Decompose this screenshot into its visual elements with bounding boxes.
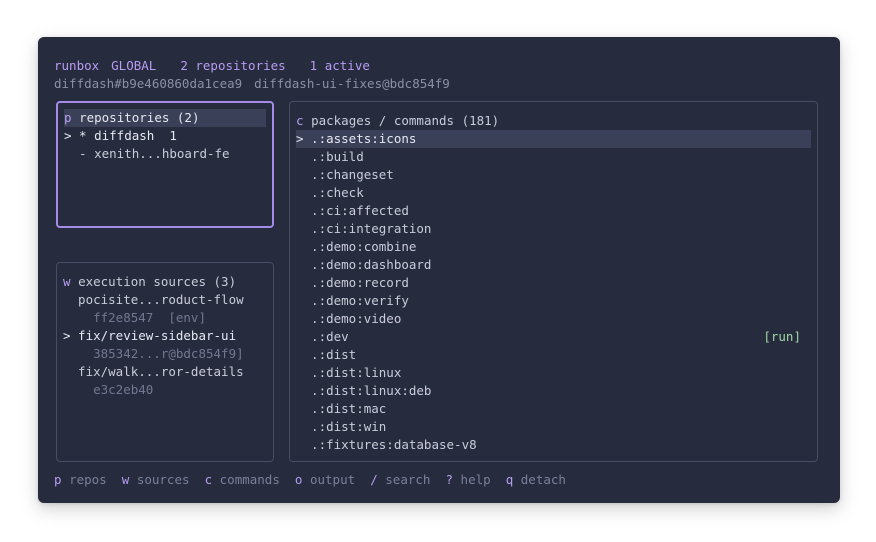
footer-hint-output[interactable]: o output <box>295 472 355 487</box>
source-item-review-sidebar[interactable]: > fix/review-sidebar-ui <box>63 327 267 345</box>
commands-title: c packages / commands (181) <box>296 113 500 128</box>
repositories-title: p repositories (2) <box>64 109 266 127</box>
command-item[interactable]: .:dist <box>296 346 811 364</box>
repositories-pane[interactable]: p repositories (2) > * diffdash 1 - xeni… <box>56 101 274 228</box>
source-item-walk-errors[interactable]: fix/walk...ror-details <box>63 363 267 381</box>
terminal-window: runbox GLOBAL 2 repositories 1 active diffd… <box>38 37 840 503</box>
command-item[interactable]: .:ci:affected <box>296 202 811 220</box>
run-badge[interactable]: [run] <box>763 328 801 346</box>
active-count: 1 active <box>309 58 370 73</box>
refs-header: diffdash#b9e460860da1cea9 diffdash-ui-fix… <box>54 75 450 93</box>
footer-hint-sources[interactable]: w sources <box>122 472 190 487</box>
commands-key: c <box>296 113 304 128</box>
command-item[interactable]: .:demo:dashboard <box>296 256 811 274</box>
command-item[interactable]: .:changeset <box>296 166 811 184</box>
ref-secondary: diffdash-ui-fixes@bdc854f9 <box>254 76 450 91</box>
ref-primary: diffdash#b9e460860da1cea9 <box>54 76 243 91</box>
command-item[interactable]: .:demo:video <box>296 310 811 328</box>
footer-hint-commands[interactable]: c commands <box>205 472 280 487</box>
source-item-review-sidebar-meta: 385342...r@bdc854f9] <box>63 346 244 361</box>
command-item[interactable]: .:dist:linux:deb <box>296 382 811 400</box>
source-item-pocisite[interactable]: pocisite...roduct-flow <box>63 291 267 309</box>
command-item[interactable]: .:check <box>296 184 811 202</box>
repositories-key: p <box>64 110 72 125</box>
repo-item-xenith[interactable]: - xenith...hboard-fe <box>64 145 266 163</box>
scope-label: GLOBAL <box>111 58 157 73</box>
repo-item-diffdash[interactable]: > * diffdash 1 <box>64 127 266 145</box>
app-name: runbox <box>54 58 100 73</box>
command-item-selected[interactable]: > .:assets:icons <box>296 130 811 148</box>
command-item[interactable]: .:fixtures:database-v8 <box>296 436 811 454</box>
command-item[interactable]: .:demo:combine <box>296 238 811 256</box>
footer-hint-detach[interactable]: q detach <box>506 472 566 487</box>
command-item[interactable]: .:ci:integration <box>296 220 811 238</box>
command-item[interactable]: .:dist:mac <box>296 400 811 418</box>
command-item[interactable]: .:dist:linux <box>296 364 811 382</box>
footer-hint-help[interactable]: ? help <box>445 472 490 487</box>
status-header: runbox GLOBAL 2 repositories 1 active <box>54 57 370 75</box>
footer-hint-search[interactable]: / search <box>370 472 430 487</box>
commands-pane[interactable]: c packages / commands (181) > .:assets:i… <box>289 101 818 462</box>
execution-sources-pane[interactable]: w execution sources (3) pocisite...roduc… <box>56 262 274 462</box>
sources-title: w execution sources (3) <box>63 274 237 289</box>
command-item[interactable]: .:dist:win <box>296 418 811 436</box>
source-item-walk-errors-meta: e3c2eb40 <box>63 382 154 397</box>
repos-count: 2 repositories <box>180 58 286 73</box>
footer-hint-repos[interactable]: p repos <box>54 472 107 487</box>
command-item[interactable]: .:build <box>296 148 811 166</box>
keybinding-footer: p repos w sources c commands o output / … <box>54 471 566 489</box>
sources-key: w <box>63 274 71 289</box>
source-item-pocisite-meta: ff2e8547 [env] <box>63 310 206 325</box>
command-item-dev[interactable]: .:dev [run] <box>296 328 811 346</box>
command-item[interactable]: .:demo:verify <box>296 292 811 310</box>
command-item[interactable]: .:demo:record <box>296 274 811 292</box>
